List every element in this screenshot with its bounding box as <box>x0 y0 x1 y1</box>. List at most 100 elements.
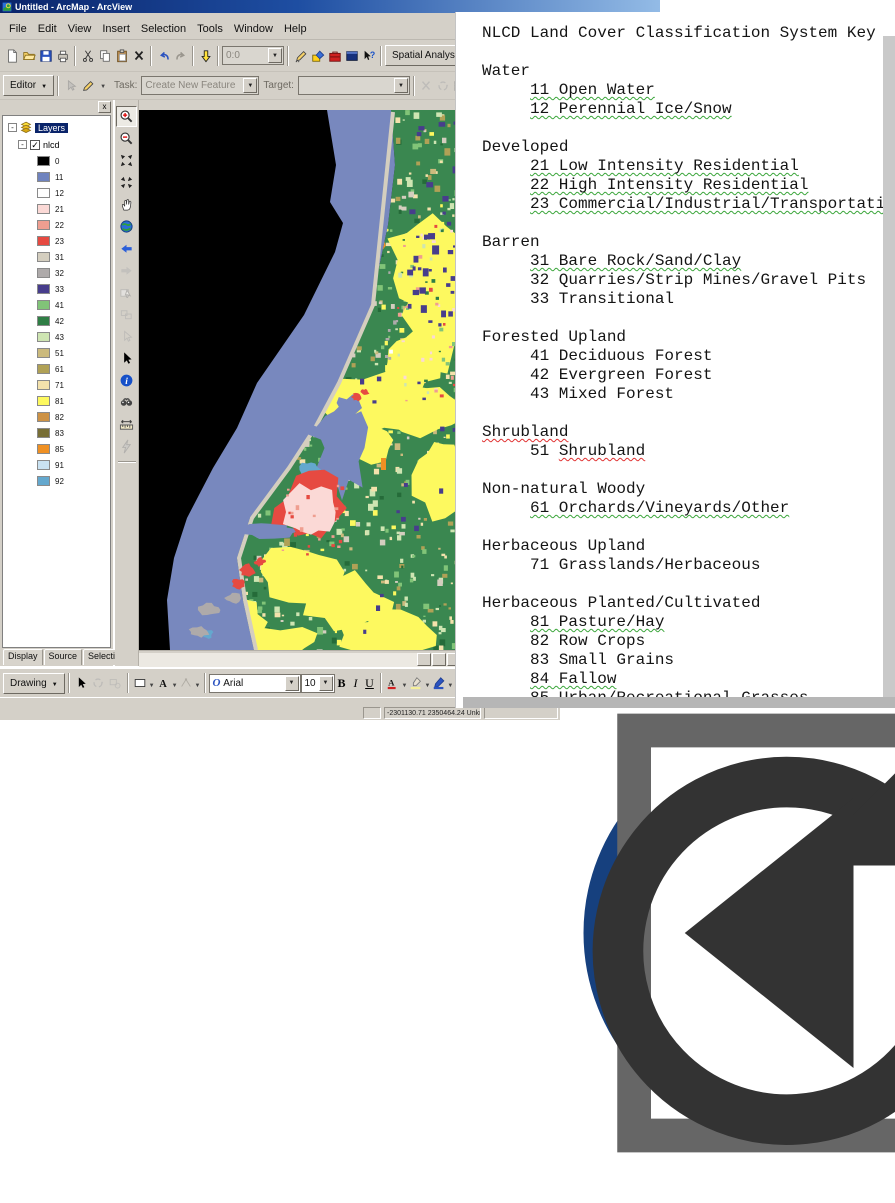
new-document-button[interactable] <box>3 45 20 67</box>
font-combo[interactable]: O Arial▼ <box>209 674 301 693</box>
document-bottom-scrollbar[interactable] <box>463 697 895 708</box>
redo-button[interactable] <box>172 45 189 67</box>
font-size-combo[interactable]: 10▼ <box>301 674 335 693</box>
fixed-zoom-out-button[interactable] <box>116 172 137 193</box>
bold-button[interactable]: B <box>335 673 349 693</box>
paste-button[interactable] <box>113 45 130 67</box>
scale-combo[interactable]: 0:0▼ <box>222 46 284 65</box>
legend-item: 83 <box>3 425 110 441</box>
font-color-button[interactable]: A <box>385 672 402 694</box>
zoom-in-button[interactable] <box>116 106 137 127</box>
collapse-icon[interactable]: - <box>18 140 27 149</box>
cut-button[interactable] <box>79 45 96 67</box>
highlight-color-button[interactable] <box>407 672 424 694</box>
select-graphics-button[interactable] <box>116 326 137 347</box>
close-icon[interactable]: x <box>98 101 111 113</box>
rectangle-tool-button[interactable] <box>132 672 149 694</box>
underline-button[interactable]: U <box>363 673 377 693</box>
zoom-to-selected-button[interactable] <box>107 672 124 694</box>
chevron-down-icon[interactable]: ▼ <box>285 676 299 691</box>
chevron-down-icon[interactable]: ▼ <box>268 48 282 63</box>
layers-tree: -Layers-✓nlcd011122122233132334142435161… <box>2 115 111 648</box>
delete-button[interactable] <box>130 45 147 67</box>
layers-root-item[interactable]: -Layers <box>3 119 110 136</box>
layer-visibility-checkbox[interactable]: ✓ <box>30 140 40 150</box>
delete-icon <box>132 49 146 63</box>
legend-item: 85 <box>3 441 110 457</box>
zoom-out-button[interactable] <box>116 128 137 149</box>
copy-button[interactable] <box>96 45 113 67</box>
identify-button[interactable]: i <box>116 370 137 391</box>
status-panel-empty <box>484 707 558 719</box>
menu-edit[interactable]: Edit <box>33 22 62 36</box>
menu-selection[interactable]: Selection <box>136 22 191 36</box>
font-combo-value: Arial <box>223 678 284 689</box>
fixed-zoom-in-button[interactable] <box>116 150 137 171</box>
open-folder-button[interactable] <box>20 45 37 67</box>
forward-extent-button[interactable] <box>116 260 137 281</box>
doc-line: 82 Row Crops <box>482 632 883 651</box>
edit-arrow-button[interactable] <box>62 75 79 97</box>
chevron-down-icon[interactable]: ▼ <box>394 78 408 93</box>
menu-help[interactable]: Help <box>279 22 312 36</box>
rotate-tool-button[interactable] <box>435 75 452 97</box>
back-extent-button[interactable] <box>116 238 137 259</box>
document-vertical-scrollbar[interactable] <box>883 36 895 698</box>
task-combo[interactable]: Create New Feature▼ <box>141 76 259 95</box>
target-combo[interactable]: ▼ <box>298 76 410 95</box>
pencil-dropdown[interactable]: ▼ <box>100 80 106 91</box>
rotate-element-button[interactable] <box>90 672 107 694</box>
menu-window[interactable]: Window <box>229 22 278 36</box>
task-combo-value: Create New Feature <box>145 80 243 91</box>
print-button[interactable] <box>54 45 71 67</box>
split-tool-button[interactable] <box>418 75 435 97</box>
text-tool-button[interactable]: A <box>155 672 172 694</box>
find-button[interactable] <box>116 392 137 413</box>
line-color-button[interactable] <box>430 672 447 694</box>
undo-button[interactable] <box>155 45 172 67</box>
toolbar-separator <box>380 46 382 66</box>
doc-line: 31 Bare Rock/Sand/Clay <box>482 252 883 271</box>
chevron-down-icon[interactable]: ▼ <box>319 676 333 691</box>
select-features-button[interactable] <box>116 282 137 303</box>
chevron-down-icon[interactable]: ▼ <box>243 78 257 93</box>
dropdown-arrow[interactable]: ▼ <box>195 674 201 692</box>
doc-line: 21 Low Intensity Residential <box>482 157 883 176</box>
doc-line: 61 Orchards/Vineyards/Other <box>482 499 883 518</box>
select-elements-button[interactable] <box>73 672 90 694</box>
menu-view[interactable]: View <box>63 22 97 36</box>
arc-catalog-button[interactable] <box>309 45 326 67</box>
full-extent-button[interactable] <box>116 216 137 237</box>
hyperlink-button[interactable] <box>116 436 137 457</box>
document-window[interactable]: NLCD Land Cover Classification System Ke… <box>455 12 895 708</box>
measure-button[interactable] <box>116 414 137 435</box>
pencil-tool-button[interactable] <box>79 75 96 97</box>
tab-display[interactable]: Display <box>3 649 43 665</box>
tools-toolbar: i <box>115 100 139 666</box>
legend-item: 0 <box>3 153 110 169</box>
menu-file[interactable]: File <box>4 22 32 36</box>
collapse-icon[interactable]: - <box>8 123 17 132</box>
edit-vertices-button[interactable] <box>178 672 195 694</box>
clear-selection-button[interactable] <box>116 304 137 325</box>
layer-item-nlcd[interactable]: -✓nlcd <box>3 136 110 153</box>
doc-line: 81 Pasture/Hay <box>482 613 883 632</box>
command-window-button[interactable] <box>343 45 360 67</box>
whats-this-icon: ? <box>362 49 376 63</box>
arc-toolbox-button[interactable] <box>326 45 343 67</box>
add-data-icon <box>199 49 213 63</box>
svg-text:i: i <box>125 377 128 387</box>
whats-this-button[interactable]: ? <box>360 45 377 67</box>
add-data-button[interactable] <box>197 45 214 67</box>
editor-menu[interactable]: Editor▼ <box>3 75 54 96</box>
tab-source[interactable]: Source <box>44 649 83 665</box>
menu-tools[interactable]: Tools <box>192 22 228 36</box>
italic-button[interactable]: I <box>349 673 363 693</box>
menu-insert[interactable]: Insert <box>97 22 135 36</box>
pan-button[interactable] <box>116 194 137 215</box>
select-elements-button[interactable] <box>116 348 137 369</box>
drawing-menu[interactable]: Drawing▼ <box>3 673 65 694</box>
pencil-sketch-button[interactable] <box>292 45 309 67</box>
pan-icon <box>119 197 134 212</box>
save-button[interactable] <box>37 45 54 67</box>
